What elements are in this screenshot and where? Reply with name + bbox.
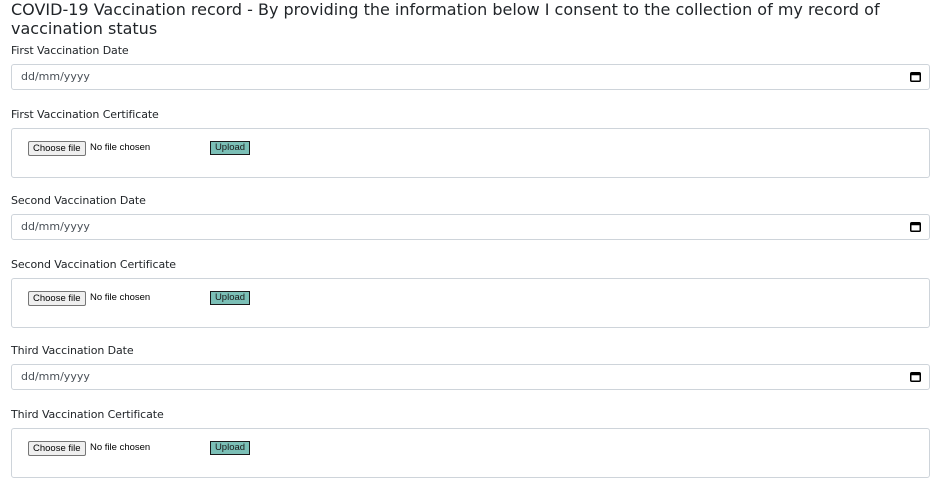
third-date-label: Third Vaccination Date [11,344,134,357]
second-date-label: Second Vaccination Date [11,194,146,207]
second-upload-button[interactable]: Upload [210,291,250,305]
third-no-file-text: No file chosen [90,442,151,453]
first-date-placeholder: dd/mm/yyyy [21,70,90,83]
third-date-input[interactable]: dd/mm/yyyy [11,364,930,390]
calendar-icon[interactable] [910,372,921,382]
page-title: COVID-19 Vaccination record - By providi… [11,0,880,38]
first-cert-label: First Vaccination Certificate [11,108,159,121]
second-date-input[interactable]: dd/mm/yyyy [11,214,930,240]
third-date-placeholder: dd/mm/yyyy [21,370,90,383]
first-upload-button[interactable]: Upload [210,141,250,155]
first-no-file-text: No file chosen [90,142,151,153]
first-choose-file-button[interactable]: Choose file [28,141,86,156]
third-choose-file-button[interactable]: Choose file [28,441,86,456]
calendar-icon[interactable] [910,222,921,232]
second-cert-upload-area: Choose file No file chosen Upload [11,278,930,328]
second-choose-file-button[interactable]: Choose file [28,291,86,306]
first-date-input[interactable]: dd/mm/yyyy [11,64,930,90]
third-cert-label: Third Vaccination Certificate [11,408,164,421]
first-cert-upload-area: Choose file No file chosen Upload [11,128,930,178]
third-upload-button[interactable]: Upload [210,441,250,455]
second-date-placeholder: dd/mm/yyyy [21,220,90,233]
first-date-label: First Vaccination Date [11,44,129,57]
second-no-file-text: No file chosen [90,292,151,303]
second-cert-label: Second Vaccination Certificate [11,258,176,271]
calendar-icon[interactable] [910,72,921,82]
third-cert-upload-area: Choose file No file chosen Upload [11,428,930,478]
